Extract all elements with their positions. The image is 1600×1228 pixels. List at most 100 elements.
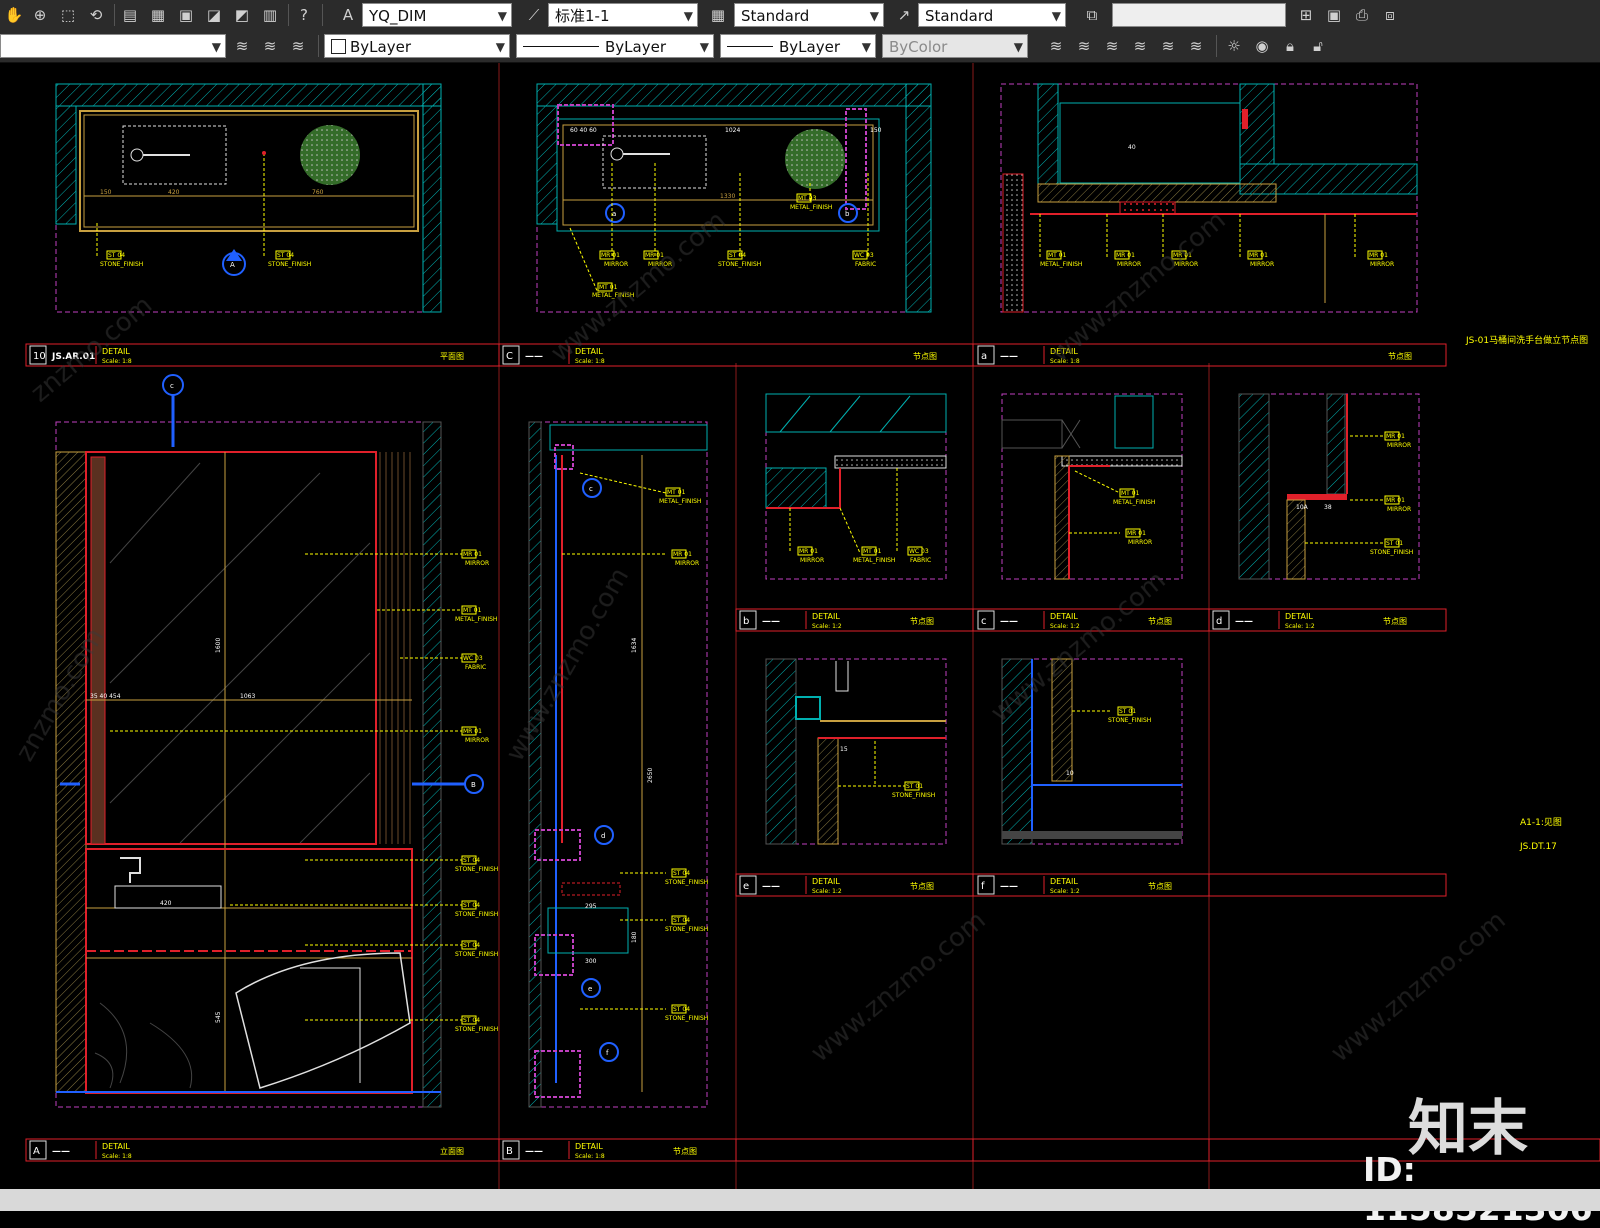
layer-freeze-icon[interactable]: ≋ bbox=[1128, 34, 1152, 58]
title-block-e: e —— DETAIL Scale: 1:2 节点图 bbox=[739, 875, 934, 895]
tag-st04: ST 04 bbox=[463, 1017, 480, 1024]
linetype-combo[interactable]: ByLayer ▼ bbox=[516, 34, 714, 58]
properties-icon[interactable]: ▤ bbox=[118, 3, 142, 27]
tag-st04: ST 04 bbox=[729, 252, 746, 259]
tag-mr01: MR 01 bbox=[463, 551, 482, 558]
tag-st04: ST 04 bbox=[463, 942, 480, 949]
calculator-icon[interactable]: ▥ bbox=[258, 3, 282, 27]
tag-mirror: MIRROR bbox=[1128, 539, 1152, 546]
page-setup-icon[interactable]: ▣ bbox=[1322, 3, 1346, 27]
view-section-a: 40 MT 01 METAL_FINISH MR 01 MIRROR MR 01… bbox=[1000, 83, 1418, 313]
zoom-window-icon[interactable]: ⬚ bbox=[56, 3, 80, 27]
tag-mr01: MR 01 bbox=[1116, 252, 1135, 259]
zoom-previous-icon[interactable]: ⟲ bbox=[84, 3, 108, 27]
view-plan-10: 150 420 760 ST 04 STONE_FINISH ST 04 STO… bbox=[55, 83, 442, 313]
tag-wc03: WC 03 bbox=[854, 252, 874, 259]
dimstyle-combo[interactable]: YQ_DIM ▼ bbox=[362, 3, 512, 27]
title-name: DETAIL bbox=[1050, 612, 1078, 621]
layer-off-icon[interactable]: ≋ bbox=[1044, 34, 1068, 58]
layer-unisolate-icon[interactable]: ≋ bbox=[1100, 34, 1124, 58]
title-id: c bbox=[981, 616, 987, 627]
markup-icon[interactable]: ◩ bbox=[230, 3, 254, 27]
tag-st04: ST 04 bbox=[108, 252, 125, 259]
svg-text:B: B bbox=[471, 781, 476, 789]
dim-760: 760 bbox=[312, 189, 324, 196]
view-section-C: 60 40 60 1024 150 1330 a b MR 01 MIRROR … bbox=[536, 83, 932, 313]
mleaderstyle-combo[interactable]: Standard ▼ bbox=[918, 3, 1066, 27]
svg-text:e: e bbox=[588, 985, 592, 993]
chevron-down-icon: ▼ bbox=[869, 9, 879, 23]
layer-lock-icon[interactable]: 🔒︎ bbox=[1278, 34, 1302, 58]
publish-icon[interactable]: ⧈ bbox=[1378, 3, 1402, 27]
chevron-down-icon: ▼ bbox=[211, 40, 221, 54]
plot-icon[interactable]: ⎙ bbox=[1350, 3, 1374, 27]
cad-drawing-canvas[interactable]: 150 420 760 ST 04 STONE_FINISH ST 04 STO… bbox=[0, 63, 1600, 1189]
layer-previous-icon[interactable]: ≋ bbox=[286, 34, 310, 58]
layer-tool-icon[interactable]: ⧉ bbox=[1080, 3, 1104, 27]
tag-stone-finish: STONE_FINISH bbox=[455, 911, 498, 918]
lineweight-value: ByLayer bbox=[779, 38, 840, 56]
view-section-B: 1634 2650 295 300 180 c d e f MT 01 META… bbox=[528, 421, 708, 1108]
zoom-realtime-icon[interactable]: ⊕ bbox=[28, 3, 52, 27]
tag-fabric: FABRIC bbox=[910, 557, 931, 564]
chevron-down-icon: ▼ bbox=[1051, 9, 1061, 23]
tag-mr01: MR 01 bbox=[799, 548, 818, 555]
dim-300: 300 bbox=[585, 958, 597, 965]
title-kind: 平面图 bbox=[440, 352, 464, 361]
title-kind: 节点图 bbox=[1148, 882, 1172, 891]
layer-combo[interactable]: ▼ bbox=[0, 34, 226, 58]
text-style-icon[interactable]: A bbox=[336, 3, 360, 27]
title-scale: Scale: 1:8 bbox=[575, 1153, 605, 1160]
lineweight-combo[interactable]: ByLayer ▼ bbox=[720, 34, 876, 58]
layer-on-all-icon[interactable]: ◉ bbox=[1250, 34, 1274, 58]
view-elevation-A: c 35 40 454 1063 1600 420 545 B MR 01 MI… bbox=[55, 374, 498, 1108]
tablestyle-combo[interactable]: 标准1-1 ▼ bbox=[548, 3, 698, 27]
tag-stone-finish: STONE_FINISH bbox=[100, 261, 143, 268]
title-name: DETAIL bbox=[812, 877, 840, 886]
tag-stone-finish: STONE_FINISH bbox=[455, 1026, 498, 1033]
tool-palettes-icon[interactable]: ▣ bbox=[174, 3, 198, 27]
new-layout-icon[interactable]: ⊞ bbox=[1294, 3, 1318, 27]
layer-thaw-all-icon[interactable]: ☼ bbox=[1222, 34, 1246, 58]
search-input[interactable] bbox=[1112, 3, 1286, 27]
title-code: —— bbox=[1000, 882, 1018, 892]
sheet-set-icon[interactable]: ◪ bbox=[202, 3, 226, 27]
mleaderstyle-value: Standard bbox=[925, 7, 994, 25]
chevron-down-icon: ▼ bbox=[683, 9, 693, 23]
title-name: DETAIL bbox=[812, 612, 840, 621]
title-code: —— bbox=[52, 1147, 70, 1157]
color-combo[interactable]: ByLayer ▼ bbox=[324, 34, 510, 58]
elevation-marker-A: A bbox=[230, 261, 235, 269]
svg-text:10A: 10A bbox=[1296, 504, 1309, 511]
title-scale: Scale: 1:2 bbox=[812, 623, 842, 630]
tag-mr01: MR 01 bbox=[463, 728, 482, 735]
tag-mirror: MIRROR bbox=[465, 560, 489, 567]
textstyle-combo[interactable]: Standard ▼ bbox=[734, 3, 884, 27]
layer-walk-icon[interactable]: ≋ bbox=[1184, 34, 1208, 58]
dimension-style-icon[interactable]: ⟋ bbox=[522, 3, 546, 27]
svg-text:www.znzmo.com: www.znzmo.com bbox=[805, 905, 991, 1068]
design-center-icon[interactable]: ▦ bbox=[146, 3, 170, 27]
layer-isolate-icon[interactable]: ≋ bbox=[1072, 34, 1096, 58]
title-kind: 节点图 bbox=[1388, 352, 1412, 361]
table-style-icon[interactable]: ▦ bbox=[706, 3, 730, 27]
layer-match-icon[interactable]: ≋ bbox=[1156, 34, 1180, 58]
tag-mirror: MIRROR bbox=[1370, 261, 1394, 268]
layer-properties-icon[interactable]: ≋ bbox=[230, 34, 254, 58]
tag-stone-finish: STONE_FINISH bbox=[665, 1015, 708, 1022]
make-current-layer-icon[interactable]: ≋ bbox=[258, 34, 282, 58]
tag-mirror: MIRROR bbox=[1387, 442, 1411, 449]
tag-wc03: WC 03 bbox=[463, 655, 483, 662]
tag-metal-finish: METAL_FINISH bbox=[1040, 261, 1082, 268]
tag-mirror: MIRROR bbox=[1387, 506, 1411, 513]
dim-1330: 1330 bbox=[720, 193, 735, 200]
tag-st04: ST 04 bbox=[673, 870, 690, 877]
help-icon[interactable]: ? bbox=[292, 3, 316, 27]
title-blocks: 10 JS.AR.01DETAILScale: 1:8平面图 C ——DETAILSc… bbox=[29, 345, 1412, 1160]
dim-1063: 1063 bbox=[240, 693, 255, 700]
layer-unlock-icon[interactable]: 🔓︎ bbox=[1306, 34, 1330, 58]
multileader-style-icon[interactable]: ↗ bbox=[892, 3, 916, 27]
tag-mt03: MT 03 bbox=[798, 195, 817, 202]
lineweight-preview bbox=[727, 46, 773, 47]
pan-hand-icon[interactable]: ✋ bbox=[2, 3, 26, 27]
